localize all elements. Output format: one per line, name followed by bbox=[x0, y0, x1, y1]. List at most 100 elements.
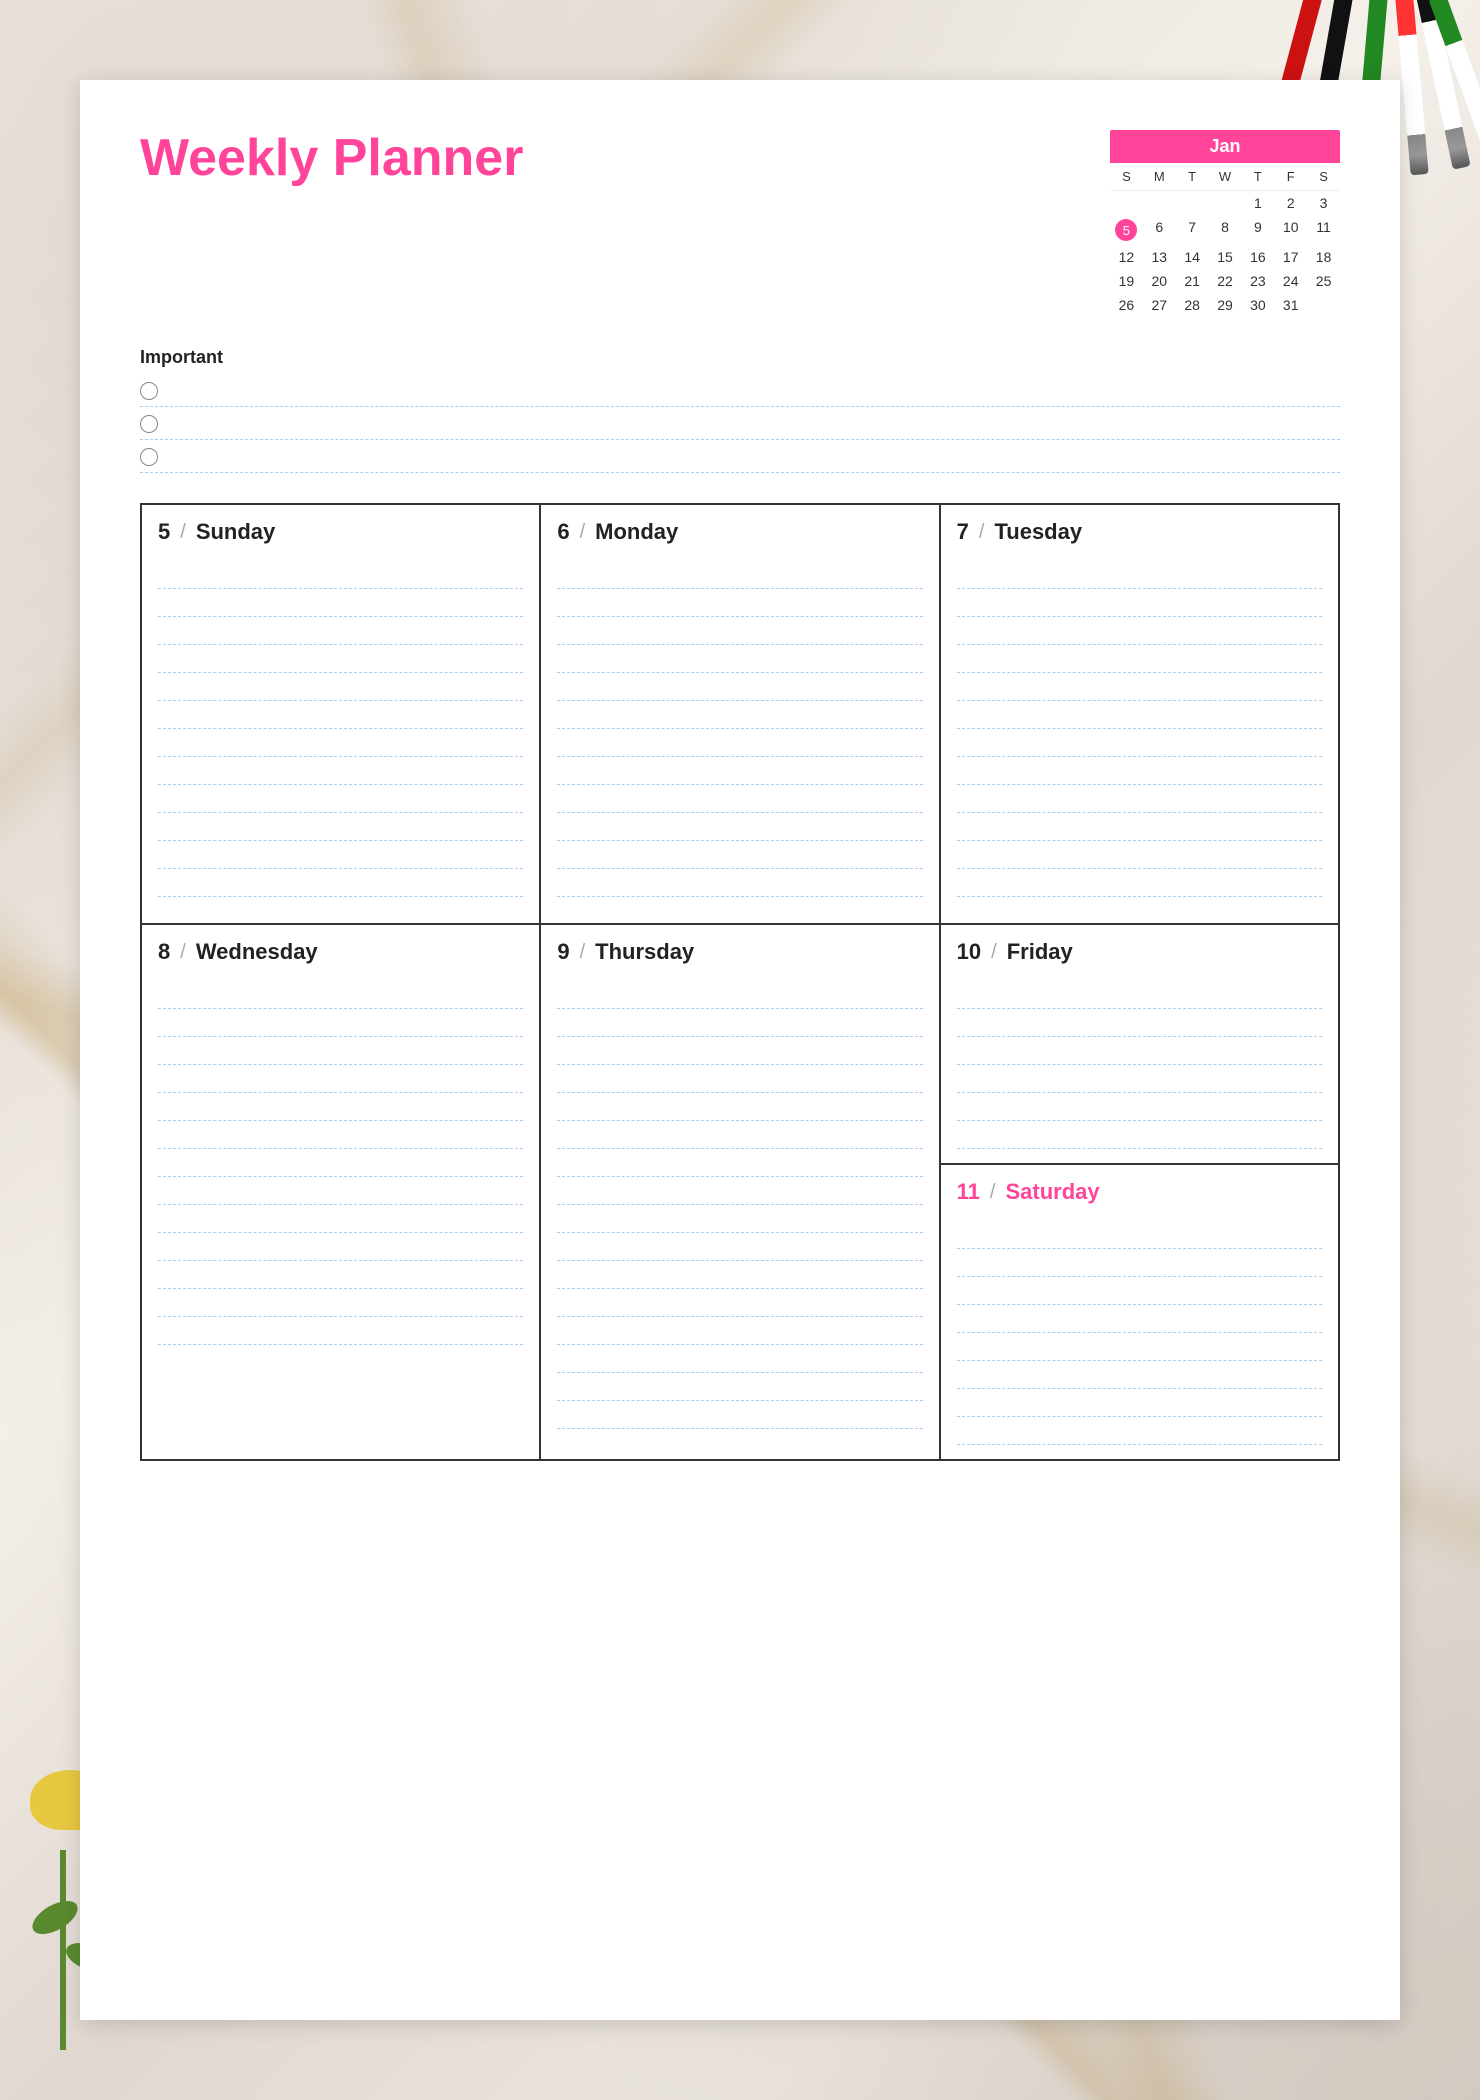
line[interactable] bbox=[557, 869, 922, 897]
cal-cell-9: 9 bbox=[1241, 215, 1274, 245]
line[interactable] bbox=[957, 645, 1322, 673]
line[interactable] bbox=[557, 589, 922, 617]
cal-day-w: W bbox=[1209, 167, 1242, 186]
line[interactable] bbox=[957, 1065, 1322, 1093]
saturday-lines bbox=[957, 1221, 1322, 1445]
line[interactable] bbox=[158, 1317, 523, 1345]
checkbox-circle-3[interactable] bbox=[140, 448, 158, 466]
line[interactable] bbox=[557, 617, 922, 645]
line[interactable] bbox=[158, 1261, 523, 1289]
line[interactable] bbox=[557, 981, 922, 1009]
line[interactable] bbox=[158, 645, 523, 673]
cal-cell-2: 2 bbox=[1274, 191, 1307, 215]
line[interactable] bbox=[557, 1177, 922, 1205]
line[interactable] bbox=[557, 1233, 922, 1261]
line[interactable] bbox=[557, 1373, 922, 1401]
line[interactable] bbox=[557, 1009, 922, 1037]
line[interactable] bbox=[957, 1093, 1322, 1121]
line[interactable] bbox=[557, 1345, 922, 1373]
line[interactable] bbox=[557, 645, 922, 673]
line[interactable] bbox=[158, 869, 523, 897]
thursday-lines bbox=[557, 981, 922, 1429]
cal-cell-27: 27 bbox=[1143, 293, 1176, 317]
line[interactable] bbox=[957, 1121, 1322, 1149]
line[interactable] bbox=[557, 757, 922, 785]
line[interactable] bbox=[957, 841, 1322, 869]
line[interactable] bbox=[957, 1277, 1322, 1305]
line[interactable] bbox=[557, 841, 922, 869]
line[interactable] bbox=[957, 813, 1322, 841]
cal-cell-31: 31 bbox=[1274, 293, 1307, 317]
line[interactable] bbox=[158, 1121, 523, 1149]
line[interactable] bbox=[557, 1401, 922, 1429]
line[interactable] bbox=[557, 1093, 922, 1121]
line[interactable] bbox=[158, 813, 523, 841]
line[interactable] bbox=[557, 1317, 922, 1345]
line[interactable] bbox=[957, 1417, 1322, 1445]
line[interactable] bbox=[957, 785, 1322, 813]
line[interactable] bbox=[957, 1009, 1322, 1037]
line[interactable] bbox=[957, 701, 1322, 729]
line[interactable] bbox=[557, 673, 922, 701]
line[interactable] bbox=[557, 1261, 922, 1289]
mini-calendar: Jan S M T W T F S 1 2 3 5 6 bbox=[1110, 130, 1340, 317]
saturday-number: 11 bbox=[957, 1179, 980, 1205]
line[interactable] bbox=[158, 1065, 523, 1093]
line[interactable] bbox=[557, 729, 922, 757]
line[interactable] bbox=[158, 1093, 523, 1121]
line[interactable] bbox=[557, 701, 922, 729]
line[interactable] bbox=[957, 1249, 1322, 1277]
line[interactable] bbox=[957, 1305, 1322, 1333]
line[interactable] bbox=[158, 1009, 523, 1037]
line[interactable] bbox=[557, 1149, 922, 1177]
planner-page: Weekly Planner Jan S M T W T F S 1 2 bbox=[80, 80, 1400, 2020]
line[interactable] bbox=[158, 673, 523, 701]
line[interactable] bbox=[957, 729, 1322, 757]
line[interactable] bbox=[557, 785, 922, 813]
line[interactable] bbox=[158, 981, 523, 1009]
line[interactable] bbox=[158, 561, 523, 589]
line[interactable] bbox=[158, 841, 523, 869]
line[interactable] bbox=[158, 785, 523, 813]
line[interactable] bbox=[957, 1221, 1322, 1249]
line[interactable] bbox=[557, 813, 922, 841]
line[interactable] bbox=[957, 617, 1322, 645]
line[interactable] bbox=[158, 1289, 523, 1317]
line[interactable] bbox=[557, 1289, 922, 1317]
top-days-grid: 5 / Sunday 6 / bbox=[140, 503, 1340, 925]
line[interactable] bbox=[557, 561, 922, 589]
line[interactable] bbox=[158, 617, 523, 645]
line[interactable] bbox=[158, 1205, 523, 1233]
line[interactable] bbox=[957, 589, 1322, 617]
important-item-2[interactable] bbox=[140, 407, 1340, 440]
important-item-3[interactable] bbox=[140, 440, 1340, 473]
line[interactable] bbox=[957, 981, 1322, 1009]
line[interactable] bbox=[158, 701, 523, 729]
line[interactable] bbox=[957, 757, 1322, 785]
checkbox-circle-2[interactable] bbox=[140, 415, 158, 433]
line[interactable] bbox=[158, 757, 523, 785]
line[interactable] bbox=[957, 869, 1322, 897]
line[interactable] bbox=[557, 1037, 922, 1065]
cal-day-m: M bbox=[1143, 167, 1176, 186]
line[interactable] bbox=[158, 1037, 523, 1065]
line[interactable] bbox=[957, 1037, 1322, 1065]
checkbox-circle-1[interactable] bbox=[140, 382, 158, 400]
page-title: Weekly Planner bbox=[140, 130, 523, 187]
line[interactable] bbox=[158, 1233, 523, 1261]
line[interactable] bbox=[957, 673, 1322, 701]
important-item-1[interactable] bbox=[140, 374, 1340, 407]
line[interactable] bbox=[957, 1361, 1322, 1389]
line[interactable] bbox=[957, 561, 1322, 589]
line[interactable] bbox=[957, 1333, 1322, 1361]
line[interactable] bbox=[158, 1149, 523, 1177]
line[interactable] bbox=[557, 1065, 922, 1093]
line[interactable] bbox=[957, 1389, 1322, 1417]
line[interactable] bbox=[158, 1177, 523, 1205]
line[interactable] bbox=[557, 1121, 922, 1149]
line[interactable] bbox=[557, 1205, 922, 1233]
cal-day-t2: T bbox=[1241, 167, 1274, 186]
line[interactable] bbox=[158, 729, 523, 757]
line[interactable] bbox=[158, 589, 523, 617]
cal-cell-22: 22 bbox=[1209, 269, 1242, 293]
